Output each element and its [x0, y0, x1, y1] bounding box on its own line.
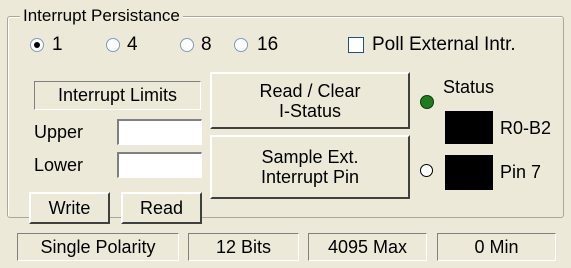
radio-selected-dot: [34, 42, 40, 48]
read-clear-line2: I-Status: [278, 100, 342, 121]
polarity-field: Single Polarity: [17, 233, 179, 261]
read-label: Read: [139, 198, 184, 218]
radio-8[interactable]: [180, 38, 194, 52]
read-clear-line1: Read / Clear: [259, 80, 361, 101]
upper-limit-input[interactable]: [117, 119, 202, 145]
write-button[interactable]: Write: [29, 192, 110, 224]
r0b2-label: R0-B2: [500, 118, 552, 138]
sample-line2: Interrupt Pin: [260, 167, 360, 187]
status-indicator-r0b2: [445, 111, 493, 144]
lower-limit-input[interactable]: [117, 152, 202, 178]
radio-1[interactable]: [30, 38, 44, 52]
status-label: Status: [443, 77, 495, 97]
pin7-label: Pin 7: [500, 162, 542, 182]
radio-8-label: 8: [201, 34, 212, 55]
read-button[interactable]: Read: [121, 192, 202, 224]
status-led-icon: [420, 95, 434, 109]
sample-interrupt-pin-button[interactable]: Sample Ext. Interrupt Pin: [210, 135, 410, 199]
upper-label: Upper: [34, 122, 84, 142]
status-indicator-pin7: [445, 155, 493, 190]
lower-label: Lower: [34, 155, 84, 175]
min-field: 0 Min: [437, 233, 556, 261]
radio-1-label: 1: [52, 34, 63, 55]
radio-4[interactable]: [106, 38, 120, 52]
radio-16-label: 16: [257, 34, 279, 55]
radio-4-label: 4: [127, 34, 138, 55]
bits-field: 12 Bits: [188, 233, 299, 261]
sample-line1: Sample Ext.: [261, 147, 359, 167]
poll-external-checkbox[interactable]: [348, 37, 364, 53]
radio-16[interactable]: [234, 38, 248, 52]
interrupt-limits-header: Interrupt Limits: [34, 81, 201, 110]
group-title: Interrupt Persistance: [20, 6, 183, 26]
read-clear-status-button[interactable]: Read / Clear I-Status: [210, 72, 410, 129]
write-label: Write: [48, 198, 91, 218]
poll-external-label: Poll External Intr.: [372, 34, 516, 55]
pin-led-icon: [420, 164, 433, 177]
max-field: 4095 Max: [308, 233, 427, 261]
